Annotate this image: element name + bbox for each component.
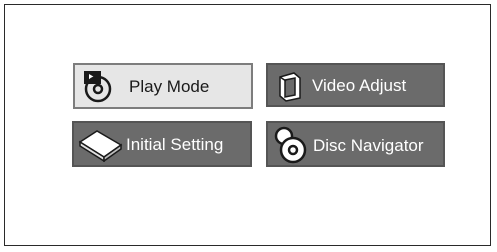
play-mode-label: Play Mode <box>129 77 210 96</box>
video-adjust-button[interactable]: Video Adjust <box>266 63 445 107</box>
disc-magnifier-icon <box>272 126 310 164</box>
initial-setting-button[interactable]: Initial Setting <box>72 121 252 167</box>
disc-navigator-label: Disc Navigator <box>313 136 424 155</box>
disc-navigator-button[interactable]: Disc Navigator <box>266 121 445 167</box>
setup-box-icon <box>77 128 125 162</box>
menu-screen: Play Mode Video Adjust Initial Setting D… <box>4 4 491 246</box>
play-mode-button[interactable]: Play Mode <box>73 63 253 109</box>
disc-play-icon <box>81 69 115 103</box>
initial-setting-label: Initial Setting <box>126 135 224 154</box>
video-adjust-icon <box>276 70 304 102</box>
video-adjust-label: Video Adjust <box>312 76 407 95</box>
